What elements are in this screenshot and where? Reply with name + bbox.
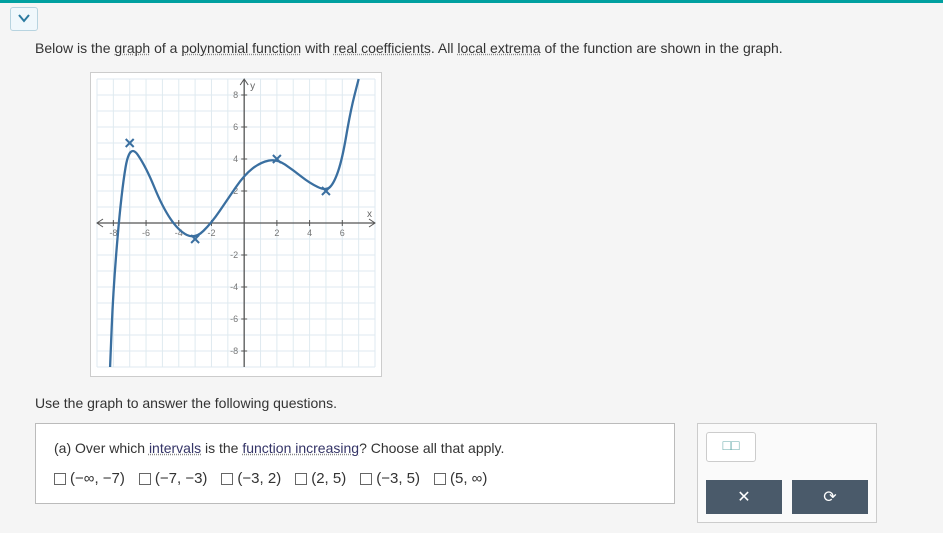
prompt-segment: of a <box>150 40 181 56</box>
option-text: (5, ∞) <box>450 470 487 487</box>
checkbox-icon[interactable] <box>295 473 307 485</box>
prompt-segment: . All <box>431 40 457 56</box>
term-local-extrema[interactable]: local extrema <box>457 40 540 56</box>
question-text: (a) Over which intervals is the function… <box>54 440 656 456</box>
prompt-segment: of the function are shown in the graph. <box>541 40 783 56</box>
term-graph[interactable]: graph <box>114 40 150 56</box>
reset-button[interactable]: ⟳ <box>792 480 868 514</box>
option-4[interactable]: (−3, 5) <box>360 470 420 487</box>
svg-text:8: 8 <box>233 90 238 100</box>
q-seg: ? Choose all that apply. <box>359 440 504 456</box>
prompt-segment: Below is the <box>35 40 114 56</box>
checkbox-icon[interactable] <box>54 473 66 485</box>
option-text: (−3, 2) <box>237 470 281 487</box>
checkbox-icon[interactable] <box>139 473 151 485</box>
chevron-down-icon <box>17 12 31 24</box>
content-area: Below is the graph of a polynomial funct… <box>0 35 943 533</box>
svg-text:-8: -8 <box>230 346 238 356</box>
fraction-tool-button[interactable]: □□ <box>706 432 756 462</box>
option-text: (−3, 5) <box>376 470 420 487</box>
svg-text:6: 6 <box>233 122 238 132</box>
close-button[interactable]: ✕ <box>706 480 782 514</box>
answers-row: (a) Over which intervals is the function… <box>35 423 908 523</box>
q-seg: is the <box>201 440 242 456</box>
term-polynomial-function[interactable]: polynomial function <box>181 40 301 56</box>
question-label: (a) <box>54 440 71 456</box>
prompt-text: Below is the graph of a polynomial funct… <box>35 40 908 56</box>
svg-text:6: 6 <box>340 228 345 238</box>
svg-text:-4: -4 <box>230 282 238 292</box>
svg-text:4: 4 <box>233 154 238 164</box>
term-function-increasing[interactable]: function increasing <box>242 440 359 456</box>
instruction-text: Use the graph to answer the following qu… <box>35 395 908 411</box>
q-seg: Over which <box>71 440 149 456</box>
option-text: (−7, −3) <box>155 470 208 487</box>
svg-text:-2: -2 <box>230 250 238 260</box>
option-0[interactable]: (−∞, −7) <box>54 470 125 487</box>
svg-text:-6: -6 <box>230 314 238 324</box>
svg-text:-2: -2 <box>207 228 215 238</box>
option-5[interactable]: (5, ∞) <box>434 470 487 487</box>
graph-container: -8-6-4-2246-8-6-4-22468 x y <box>90 72 382 377</box>
svg-text:y: y <box>250 81 255 92</box>
svg-text:-8: -8 <box>109 228 117 238</box>
option-text: (−∞, −7) <box>70 470 125 487</box>
fraction-icon: □□ <box>723 439 740 455</box>
option-3[interactable]: (2, 5) <box>295 470 346 487</box>
reset-icon: ⟳ <box>823 487 836 507</box>
prompt-segment: with <box>301 40 334 56</box>
close-icon: ✕ <box>737 487 750 507</box>
collapse-button[interactable] <box>10 7 38 31</box>
question-box: (a) Over which intervals is the function… <box>35 423 675 504</box>
svg-text:-6: -6 <box>142 228 150 238</box>
svg-text:2: 2 <box>274 228 279 238</box>
options-list: (−∞, −7) (−7, −3) (−3, 2) (2, 5) (−3, 5) (5, … <box>54 470 656 487</box>
option-1[interactable]: (−7, −3) <box>139 470 208 487</box>
side-buttons: ✕ ⟳ <box>706 480 868 514</box>
term-intervals[interactable]: intervals <box>149 440 201 456</box>
option-2[interactable]: (−3, 2) <box>221 470 281 487</box>
term-real-coefficients[interactable]: real coefficients <box>334 40 431 56</box>
top-accent-bar <box>0 0 943 3</box>
checkbox-icon[interactable] <box>434 473 446 485</box>
checkbox-icon[interactable] <box>221 473 233 485</box>
side-panel: □□ ✕ ⟳ <box>697 423 877 523</box>
svg-text:x: x <box>367 209 372 220</box>
svg-text:4: 4 <box>307 228 312 238</box>
checkbox-icon[interactable] <box>360 473 372 485</box>
polynomial-graph: -8-6-4-2246-8-6-4-22468 x y <box>91 73 381 373</box>
option-text: (2, 5) <box>311 470 346 487</box>
